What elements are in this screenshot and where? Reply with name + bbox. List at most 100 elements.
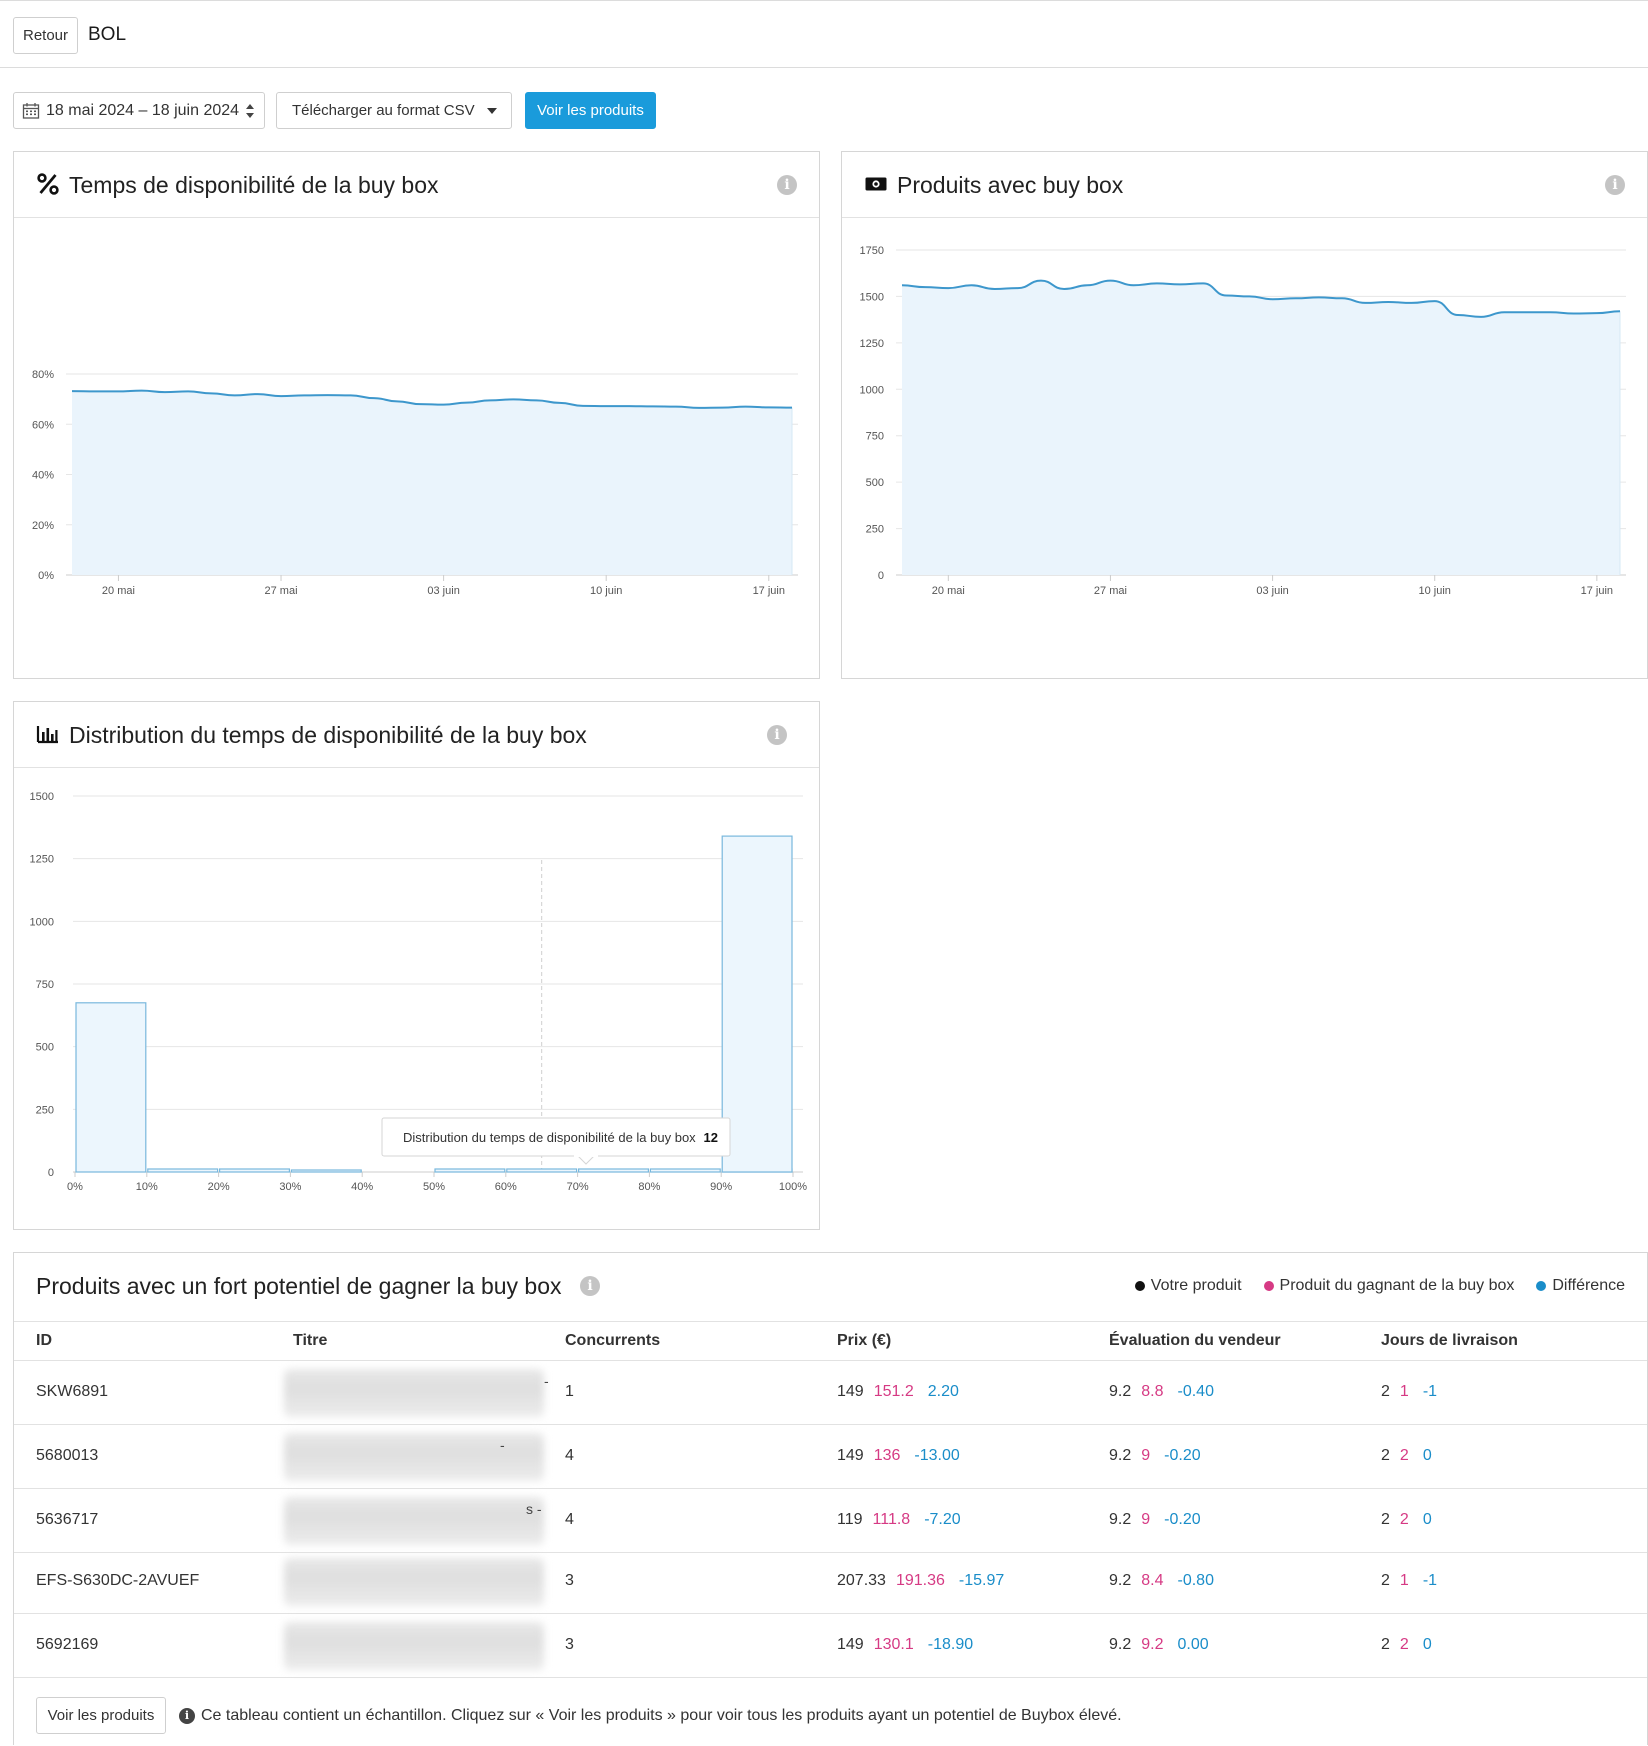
column-header-price[interactable]: Prix (€) [837, 1332, 891, 1350]
y-tick-label: 1500 [30, 791, 54, 803]
table-footer: Voir les produits i Ce tableau contient … [14, 1691, 1647, 1746]
table-row[interactable]: EFS-S630DC-2AVUEF 3 207.33 191.36 -15.97 9.2 8… [14, 1550, 1647, 1614]
your-value: 149 [837, 1636, 864, 1653]
cell-price: 149 151.2 2.20 [837, 1383, 959, 1401]
your-value: 149 [837, 1447, 864, 1464]
winner-value: 2 [1399, 1511, 1409, 1528]
chart-tooltip: Distribution du temps de disponibilité d… [381, 1117, 731, 1165]
difference-value: -18.90 [927, 1636, 974, 1653]
histogram-bar [219, 1168, 291, 1173]
winner-value: 9 [1141, 1511, 1151, 1528]
card-header: Temps de disponibilité de la buy box i [14, 152, 819, 218]
cell-delivery-days: 2 1 -1 [1381, 1383, 1437, 1401]
csv-download-dropdown[interactable]: Télécharger au format CSV [276, 92, 512, 129]
cell-competitors: 4 [565, 1447, 574, 1464]
y-tick-label: 0 [48, 1167, 54, 1179]
calendar-icon [22, 102, 40, 119]
winner-value: 111.8 [872, 1511, 911, 1528]
difference-value: -13.00 [914, 1447, 960, 1464]
redacted-title [284, 1622, 544, 1670]
view-products-footer-button[interactable]: Voir les produits [36, 1697, 166, 1734]
x-tick-label: 0% [67, 1181, 83, 1193]
tooltip-pointer [576, 1155, 596, 1165]
column-header-title[interactable]: Titre [293, 1332, 327, 1350]
difference-value: -1 [1422, 1383, 1438, 1400]
view-products-button[interactable]: Voir les produits [525, 92, 656, 129]
info-icon[interactable]: i [580, 1276, 600, 1296]
winner-value: 8.4 [1141, 1572, 1164, 1589]
cell-delivery-days: 220 [1381, 1636, 1432, 1654]
y-tick-label: 500 [866, 477, 884, 489]
x-tick-label: 30% [279, 1181, 301, 1193]
x-tick-label: 20 mai [102, 585, 135, 597]
histogram-bar [75, 1002, 147, 1173]
y-tick-label: 0% [38, 570, 54, 582]
winner-value: 191.36 [895, 1572, 945, 1589]
difference-value: 0.00 [1177, 1636, 1209, 1653]
x-tick-label: 100% [779, 1181, 807, 1193]
y-tick-label: 80% [32, 369, 54, 381]
sort-arrows-icon [246, 103, 255, 118]
winner-value: 130.1 [873, 1636, 914, 1653]
table-footer-note: i Ce tableau contient un échantillon. Cl… [179, 1707, 1122, 1725]
x-tick-label: 20 mai [932, 585, 965, 597]
x-tick-label: 27 mai [265, 585, 298, 597]
histogram-bar [290, 1169, 362, 1173]
cell-delivery-days: 220 [1381, 1511, 1432, 1529]
title-fragment: s - [526, 1501, 542, 1517]
back-button[interactable]: Retour [13, 17, 78, 54]
distribution-card: Distribution du temps de disponibilité d… [13, 701, 820, 1230]
histogram-bar [721, 835, 793, 1173]
card-title: Distribution du temps de disponibilité d… [69, 722, 587, 748]
card-title: Temps de disponibilité de la buy box [69, 172, 439, 198]
difference-value: 0 [1422, 1511, 1432, 1528]
table-row[interactable]: 5680013-4 149 136 -13.00 9.2 9 -0.20 2 2 0 [14, 1425, 1647, 1489]
tooltip-label: Distribution du temps de disponibilité d… [403, 1130, 696, 1145]
your-value: 2 [1381, 1383, 1390, 1400]
redacted-title [284, 1433, 544, 1481]
date-range-picker[interactable]: 18 mai 2024 – 18 juin 2024 [13, 92, 265, 129]
title-fragment: - [500, 1437, 505, 1453]
x-tick-label: 70% [567, 1181, 589, 1193]
table-row[interactable]: SKW6891-1 149 151.2 2.20 9.2 8.8 -0.40 2 1 -1 [14, 1361, 1647, 1425]
table-row[interactable]: 5692169 3 149 130.1 -18.90 9.2 9.2 0.00 2 2 0 [14, 1614, 1647, 1678]
cell-seller-rating: 9.2 9 -0.20 [1109, 1447, 1201, 1465]
column-header-competitors[interactable]: Concurrents [565, 1332, 660, 1350]
bar-chart-icon [36, 726, 58, 744]
tooltip-pointer-mask [574, 1154, 598, 1157]
cell-id: 5636717 [36, 1511, 99, 1528]
legend-item-winner-product: Produit du gagnant de la buy box [1263, 1277, 1514, 1295]
column-header-seller-rating[interactable]: Évaluation du vendeur [1109, 1332, 1281, 1350]
x-tick-label: 80% [638, 1181, 660, 1193]
cell-id: 5680013 [36, 1447, 99, 1464]
info-icon[interactable]: i [767, 725, 787, 745]
x-tick-label: 27 mai [1094, 585, 1127, 597]
cell-competitors: 4 [565, 1511, 574, 1528]
redacted-title [284, 1497, 544, 1545]
cell-competitors: 3 [565, 1572, 574, 1589]
products-buybox-chart: 0 250 500 750 1000 1250 1500 1750 20 mai 27 mai 03… [860, 245, 1626, 597]
column-header-delivery-days[interactable]: Jours de livraison [1381, 1332, 1518, 1350]
tooltip-value: 12 [704, 1130, 718, 1145]
histogram-bar [147, 1168, 219, 1173]
cell-competitors: 3 [565, 1636, 574, 1653]
difference-value: 0 [1422, 1636, 1432, 1653]
x-tick-label: 40% [351, 1181, 373, 1193]
cell-delivery-days: 220 [1381, 1447, 1432, 1465]
legend-item-difference: Différence [1536, 1277, 1625, 1295]
page-title: BOL [88, 24, 127, 45]
cell-id: 5692169 [36, 1636, 99, 1653]
table-row[interactable]: 5636717 s -4 119 111.8 -7.20 9.2 9 -0.20 2 2 0 [14, 1489, 1647, 1553]
csv-download-label: Télécharger au format CSV [292, 102, 475, 119]
card-header: Produits avec buy box i [842, 152, 1647, 218]
money-icon [865, 177, 887, 191]
y-tick-label: 1250 [30, 854, 54, 866]
histogram-bar [649, 1168, 721, 1173]
info-icon[interactable]: i [1605, 175, 1625, 195]
difference-value: -1 [1422, 1572, 1438, 1589]
info-icon[interactable]: i [777, 175, 797, 195]
your-value: 119 [837, 1511, 863, 1528]
your-value: 9.2 [1109, 1636, 1132, 1653]
column-header-id[interactable]: ID [36, 1332, 52, 1350]
your-value: 149 [837, 1383, 864, 1400]
